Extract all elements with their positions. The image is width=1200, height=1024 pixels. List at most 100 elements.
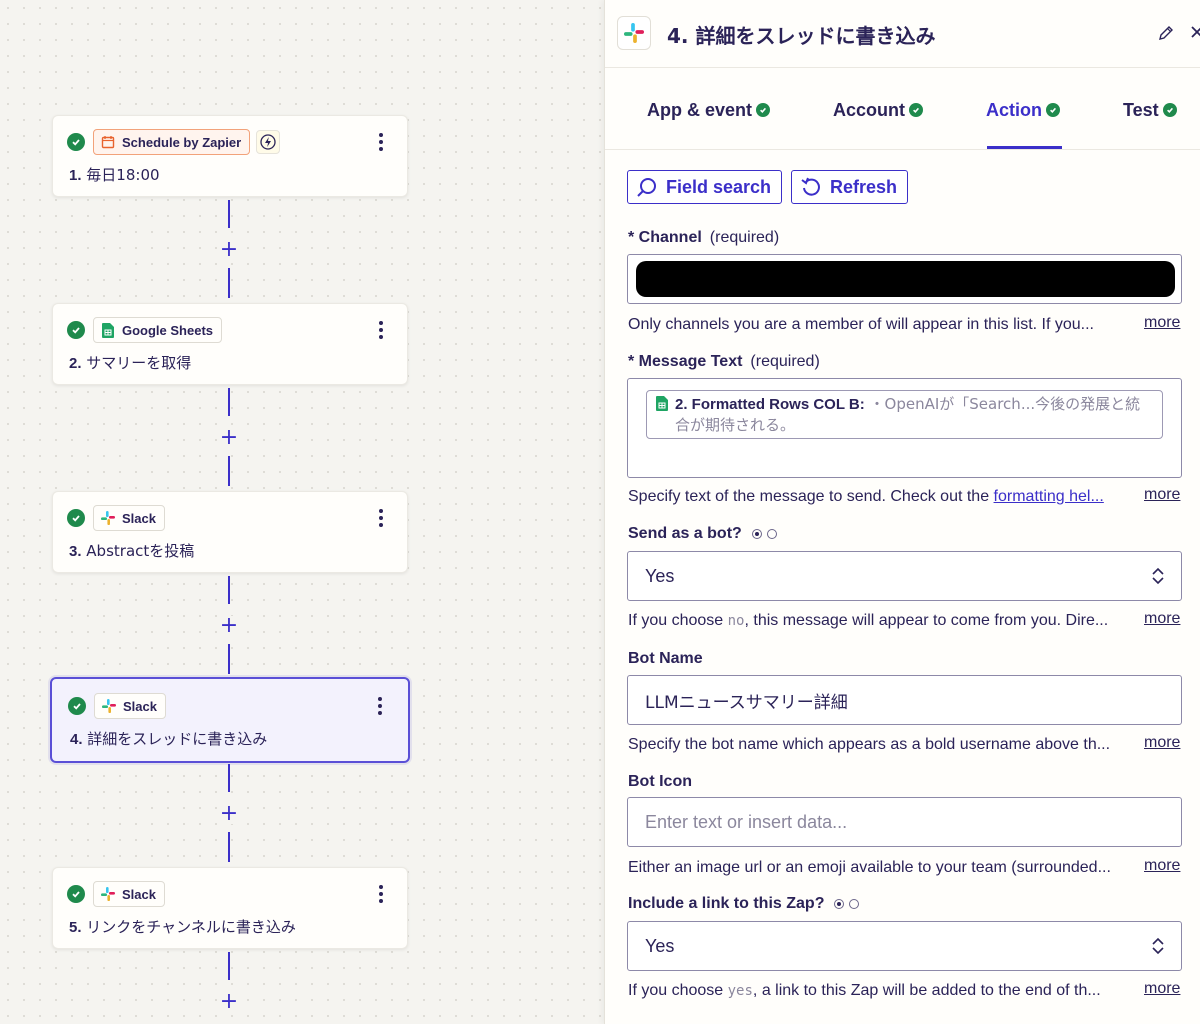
check-icon: [909, 103, 923, 117]
check-icon: [1046, 103, 1060, 117]
slack-icon: [100, 510, 116, 526]
connector-line: [228, 832, 230, 862]
channel-label: * Channel (required): [628, 229, 780, 246]
button-label: Field search: [666, 176, 772, 197]
add-step-plus-icon[interactable]: +: [219, 427, 239, 449]
bot-name-label: Bot Name: [628, 650, 703, 667]
step-title: 2. サマリーを取得: [69, 354, 192, 372]
slack-icon: [617, 16, 651, 50]
step-title: 5. リンクをチャンネルに書き込み: [69, 918, 296, 936]
connector-line: [228, 952, 230, 980]
add-step-plus-icon[interactable]: +: [219, 615, 239, 637]
radio-toggle-icon[interactable]: [751, 528, 777, 539]
check-icon: [756, 103, 771, 117]
more-link[interactable]: more: [1144, 314, 1180, 332]
more-link[interactable]: more: [1144, 486, 1180, 504]
app-name: Slack: [122, 886, 156, 902]
step-card-4[interactable]: Slack 4. 詳細をスレッドに書き込み: [50, 677, 410, 763]
input-placeholder: Enter text or insert data...: [645, 811, 848, 832]
instant-trigger-bolt-icon: [256, 130, 281, 154]
refresh-button[interactable]: Refresh: [791, 170, 909, 204]
connector-line: [228, 268, 230, 298]
connector-line: [228, 644, 230, 674]
more-options-icon[interactable]: [369, 130, 393, 154]
step-card-5[interactable]: Slack 5. リンクをチャンネルに書き込み: [52, 867, 408, 949]
bot-icon-input[interactable]: Enter text or insert data...: [627, 797, 1182, 847]
tab-label: App & event: [647, 99, 753, 120]
app-badge-google-sheets: Google Sheets: [93, 317, 223, 343]
step-card-3[interactable]: Slack 3. Abstractを投稿: [52, 491, 408, 573]
tab-label: Action: [986, 99, 1042, 120]
more-options-icon[interactable]: [369, 506, 393, 530]
more-link[interactable]: more: [1144, 857, 1180, 875]
field-search-button[interactable]: Field search: [627, 170, 783, 204]
send-as-bot-label: Send as a bot?: [628, 525, 777, 543]
search-icon: [637, 178, 656, 197]
add-step-plus-icon[interactable]: +: [219, 239, 239, 261]
send-as-bot-help: If you choose no, this message will appe…: [628, 612, 1109, 629]
step-title: 1. 毎日18:00: [69, 166, 160, 184]
tab-app-event[interactable]: App & event: [647, 98, 771, 122]
tab-account[interactable]: Account: [833, 98, 923, 122]
tab-action[interactable]: Action: [986, 98, 1060, 122]
bot-name-input[interactable]: LLMニュースサマリー詳細: [627, 675, 1182, 725]
add-step-plus-icon[interactable]: +: [219, 991, 239, 1013]
connector-line: [228, 200, 230, 228]
connector-line: [228, 576, 230, 604]
check-icon: [67, 321, 85, 339]
bot-name-help: Specify the bot name which appears as a …: [628, 736, 1111, 753]
include-link-help: If you choose yes, a link to this Zap wi…: [628, 982, 1101, 999]
chevron-updown-icon: [1152, 937, 1164, 955]
pencil-icon[interactable]: [1157, 24, 1175, 42]
message-text-label: * Message Text (required): [628, 353, 820, 370]
send-as-bot-select[interactable]: Yes: [627, 551, 1182, 601]
redacted-value: [636, 261, 1175, 297]
more-options-icon[interactable]: [368, 694, 392, 718]
check-icon: [67, 133, 85, 151]
add-step-plus-icon[interactable]: +: [219, 803, 239, 825]
check-icon: [67, 885, 85, 903]
data-pill[interactable]: 2. Formatted Rows COL B: ・OpenAIが「Search…: [646, 390, 1163, 439]
formatting-help-link[interactable]: formatting hel...: [994, 488, 1104, 505]
step-card-1[interactable]: Schedule by Zapier 1. 毎日18:00: [52, 115, 408, 197]
close-icon[interactable]: [1187, 22, 1200, 42]
select-value: Yes: [645, 935, 675, 956]
check-icon: [67, 509, 85, 527]
google-sheets-icon: [656, 396, 668, 417]
tab-label: Account: [833, 99, 905, 120]
app-badge-slack: Slack: [93, 881, 165, 907]
app-name: Slack: [123, 698, 157, 714]
step-card-2[interactable]: Google Sheets 2. サマリーを取得: [52, 303, 408, 385]
more-link[interactable]: more: [1144, 734, 1180, 752]
bot-icon-label: Bot Icon: [628, 773, 692, 790]
connector-line: [228, 764, 230, 792]
message-text-input[interactable]: 2. Formatted Rows COL B: ・OpenAIが「Search…: [627, 378, 1182, 478]
include-link-select[interactable]: Yes: [627, 921, 1182, 971]
button-label: Refresh: [830, 176, 898, 197]
app-badge-slack: Slack: [94, 693, 166, 719]
tab-test[interactable]: Test: [1123, 98, 1177, 122]
app-badge-schedule: Schedule by Zapier: [93, 129, 251, 155]
refresh-icon: [801, 177, 820, 196]
more-link[interactable]: more: [1144, 980, 1180, 998]
step-editor-panel: 4. 詳細をスレッドに書き込み App & event Account Acti…: [604, 0, 1200, 1024]
chevron-updown-icon: [1152, 567, 1164, 585]
connector-line: [228, 388, 230, 416]
step-title: 4. 詳細をスレッドに書き込み: [70, 730, 268, 748]
channel-select[interactable]: [627, 254, 1182, 304]
select-value: Yes: [645, 565, 675, 586]
channel-help: Only channels you are a member of will a…: [628, 316, 1094, 333]
step-title: 3. Abstractを投稿: [69, 542, 195, 560]
include-link-label: Include a link to this Zap?: [628, 895, 860, 913]
app-name: Schedule by Zapier: [122, 134, 242, 150]
input-value: LLMニュースサマリー詳細: [645, 692, 848, 713]
radio-toggle-icon[interactable]: [834, 898, 860, 909]
more-options-icon[interactable]: [369, 318, 393, 342]
pill-title: 2. Formatted Rows COL B:: [675, 396, 865, 413]
more-link[interactable]: more: [1144, 610, 1180, 628]
panel-header: 4. 詳細をスレッドに書き込み: [605, 0, 1200, 68]
zap-canvas: + + + + + Schedule by Zapier 1. 毎日18:00: [0, 0, 604, 1024]
connector-line: [228, 456, 230, 486]
calendar-icon: [100, 134, 116, 150]
more-options-icon[interactable]: [369, 882, 393, 906]
